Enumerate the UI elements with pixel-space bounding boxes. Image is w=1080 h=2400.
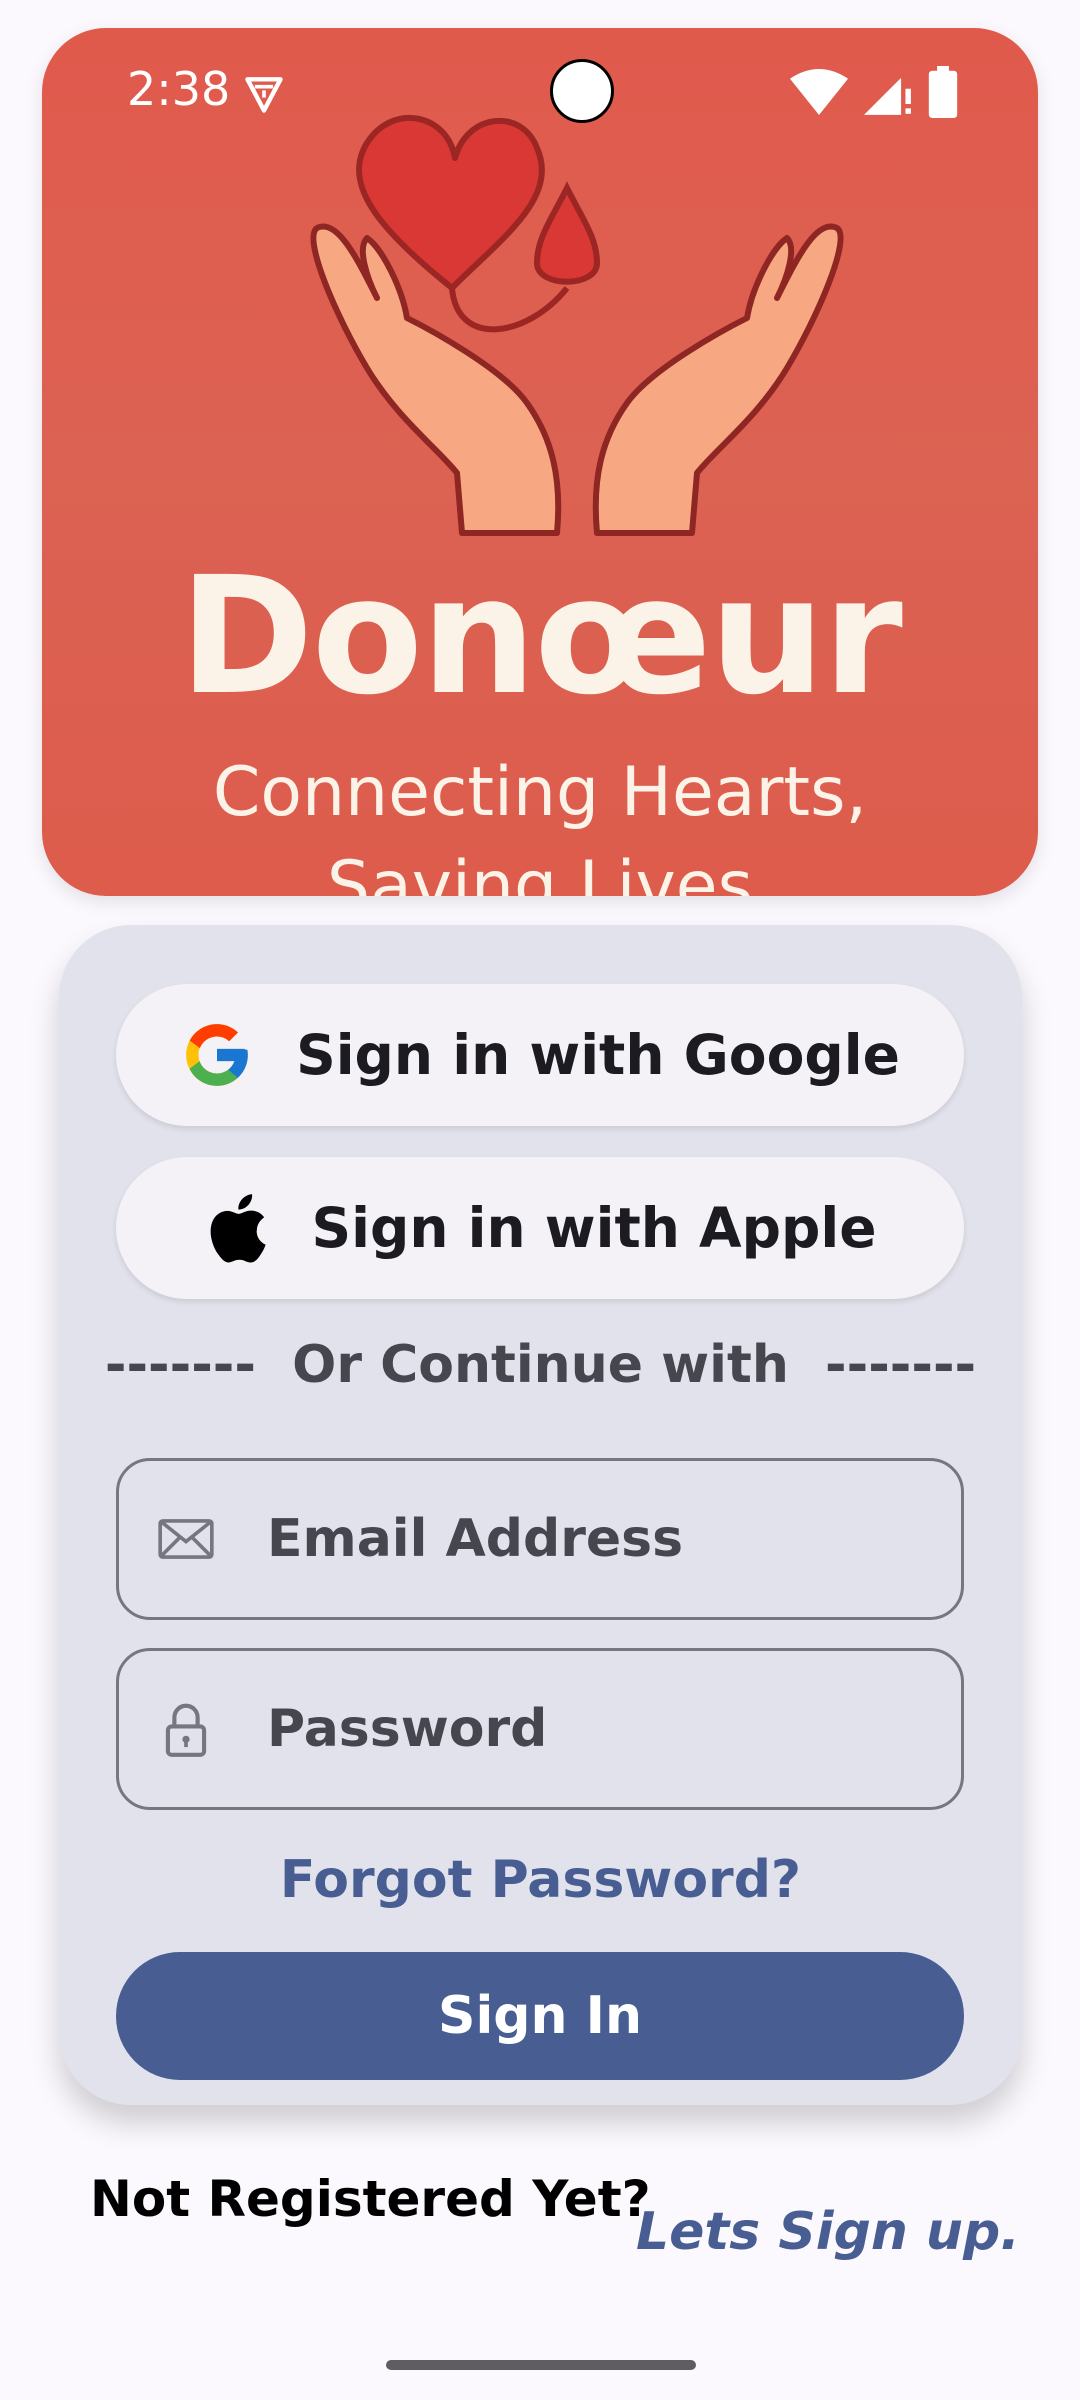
login-card: Sign in with Google Sign in with Apple -… <box>59 925 1022 2105</box>
hero-banner: 2:38 Donœur Connecting Hearts, Saving Li… <box>42 28 1038 896</box>
status-time: 2:38 <box>127 62 231 116</box>
mail-icon <box>158 1519 214 1559</box>
sign-up-link[interactable]: Lets Sign up. <box>636 2202 1020 2262</box>
cell-signal-icon <box>864 77 911 115</box>
sign-in-label: Sign In <box>438 1986 642 2046</box>
home-indicator[interactable] <box>386 2360 696 2370</box>
apple-signin-button[interactable]: Sign in with Apple <box>116 1157 964 1299</box>
apple-signin-label: Sign in with Apple <box>311 1196 877 1260</box>
tagline-line-1: Connecting Hearts, <box>212 753 868 832</box>
lock-icon <box>165 1703 207 1757</box>
battery-icon <box>928 66 958 118</box>
wifi-icon <box>790 69 848 115</box>
camera-cutout <box>550 59 614 123</box>
app-title: Donœur <box>179 543 903 731</box>
google-signin-button[interactable]: Sign in with Google <box>116 984 964 1126</box>
shield-alert-icon <box>245 77 283 113</box>
password-placeholder: Password <box>267 1699 548 1759</box>
forgot-password-link[interactable]: Forgot Password? <box>59 1850 1022 1910</box>
google-signin-label: Sign in with Google <box>296 1023 900 1087</box>
sign-in-button[interactable]: Sign In <box>116 1952 964 2080</box>
password-field[interactable]: Password <box>116 1648 964 1810</box>
not-registered-text: Not Registered Yet? <box>90 2170 651 2228</box>
hands-heart-logo-icon <box>310 115 844 536</box>
email-placeholder: Email Address <box>267 1509 684 1569</box>
google-logo-icon <box>186 1024 248 1086</box>
tagline-line-2: Saving Lives <box>326 847 754 896</box>
or-continue-divider: ------- Or Continue with ------- <box>104 1335 977 1395</box>
status-icons <box>790 66 958 118</box>
apple-logo-icon <box>211 1194 267 1263</box>
email-field[interactable]: Email Address <box>116 1458 964 1620</box>
tagline: Connecting Hearts, Saving Lives <box>42 746 1038 896</box>
